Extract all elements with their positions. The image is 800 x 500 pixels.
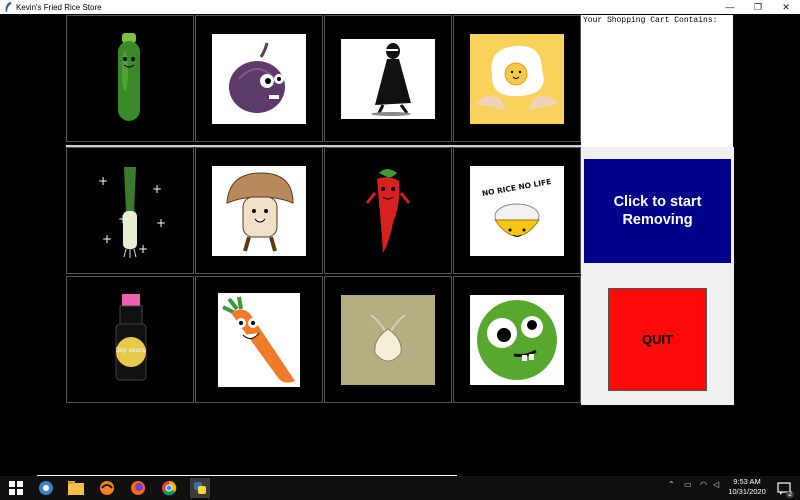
leek-icon: + + + + + +: [98, 166, 166, 258]
svg-text:+: +: [156, 216, 166, 230]
close-button[interactable]: ✕: [772, 0, 800, 14]
ingredient-button-fried-egg[interactable]: [453, 15, 581, 142]
quit-button[interactable]: QUIT: [608, 288, 707, 391]
ingredient-button-mushroom[interactable]: [195, 147, 323, 274]
ingredient-button-leek[interactable]: + + + + + +: [66, 147, 194, 274]
remove-button-label-line2: Removing: [622, 212, 693, 228]
restore-button[interactable]: ❐: [744, 0, 772, 14]
ingredient-button-green-pea[interactable]: [453, 276, 581, 403]
ingredient-button-chili-pepper[interactable]: [324, 147, 452, 274]
svg-text:+: +: [152, 182, 162, 196]
eclipse-icon[interactable]: [97, 478, 117, 498]
title-bar: Kevin's Fried Rice Store — ❐ ✕: [0, 0, 800, 14]
soy-sauce-icon: Soy sauce: [115, 293, 147, 380]
green-pea-icon: [477, 299, 557, 380]
remove-button-label-line1: Click to start: [613, 194, 702, 210]
notification-icon[interactable]: 2: [774, 478, 794, 498]
mushroom-icon: [226, 171, 294, 252]
firefox-icon[interactable]: [128, 478, 148, 498]
ingredient-button-rice-bowl[interactable]: NO RICE NO LIFE: [453, 147, 581, 274]
red-onion-icon: [229, 42, 285, 113]
taskbar-clock[interactable]: 9:53 AM 10/31/2020: [722, 477, 772, 497]
rice-bowl-icon: NO RICE NO LIFE: [481, 177, 552, 237]
svg-text:+: +: [138, 242, 148, 256]
soy-sauce-label: Soy sauce: [116, 347, 147, 354]
svg-text:+: +: [118, 212, 128, 226]
garlic-icon: [370, 313, 406, 362]
shopping-cart-panel: Your Shopping Cart Contains:: [581, 15, 733, 147]
black-figure-icon: [371, 42, 411, 116]
ingredient-button-black-figure[interactable]: [324, 15, 452, 142]
chrome-icon[interactable]: [159, 478, 179, 498]
quit-button-label: QUIT: [641, 332, 674, 347]
ingredient-button-red-onion[interactable]: [195, 15, 323, 142]
notification-count: 2: [786, 491, 794, 498]
rice-bowl-slogan: NO RICE NO LIFE: [481, 177, 552, 198]
taskbar: [0, 476, 800, 500]
chevron-up-icon[interactable]: ⌃: [668, 480, 675, 489]
windows-start-icon[interactable]: [6, 478, 26, 498]
fried-egg-icon: [476, 45, 558, 110]
battery-icon[interactable]: ▭: [684, 480, 692, 489]
python-icon[interactable]: [190, 478, 210, 498]
file-explorer-icon[interactable]: [66, 478, 86, 498]
ingredient-button-zucchini[interactable]: [66, 15, 194, 142]
ingredient-button-soy-sauce[interactable]: Soy sauce: [66, 276, 194, 403]
volume-icon[interactable]: ◁: [713, 480, 719, 489]
cart-label: Your Shopping Cart Contains:: [583, 16, 718, 25]
clock-time: 9:53 AM: [733, 477, 761, 486]
chili-pepper-icon: [365, 168, 411, 253]
zucchini-icon: [118, 32, 140, 121]
carrot-icon: [222, 296, 295, 383]
start-removing-button[interactable]: Click to start Removing: [584, 159, 731, 263]
minimize-button[interactable]: —: [716, 0, 744, 14]
ingredient-button-garlic[interactable]: [324, 276, 452, 403]
svg-text:+: +: [98, 174, 108, 188]
wifi-icon[interactable]: ◠: [700, 480, 707, 489]
ingredient-button-carrot[interactable]: [195, 276, 323, 403]
clock-date: 10/31/2020: [728, 487, 766, 496]
window-title: Kevin's Fried Rice Store: [16, 2, 102, 12]
svg-text:+: +: [102, 232, 112, 246]
chrome-remote-icon[interactable]: [36, 478, 56, 498]
feather-app-icon: [3, 2, 13, 12]
